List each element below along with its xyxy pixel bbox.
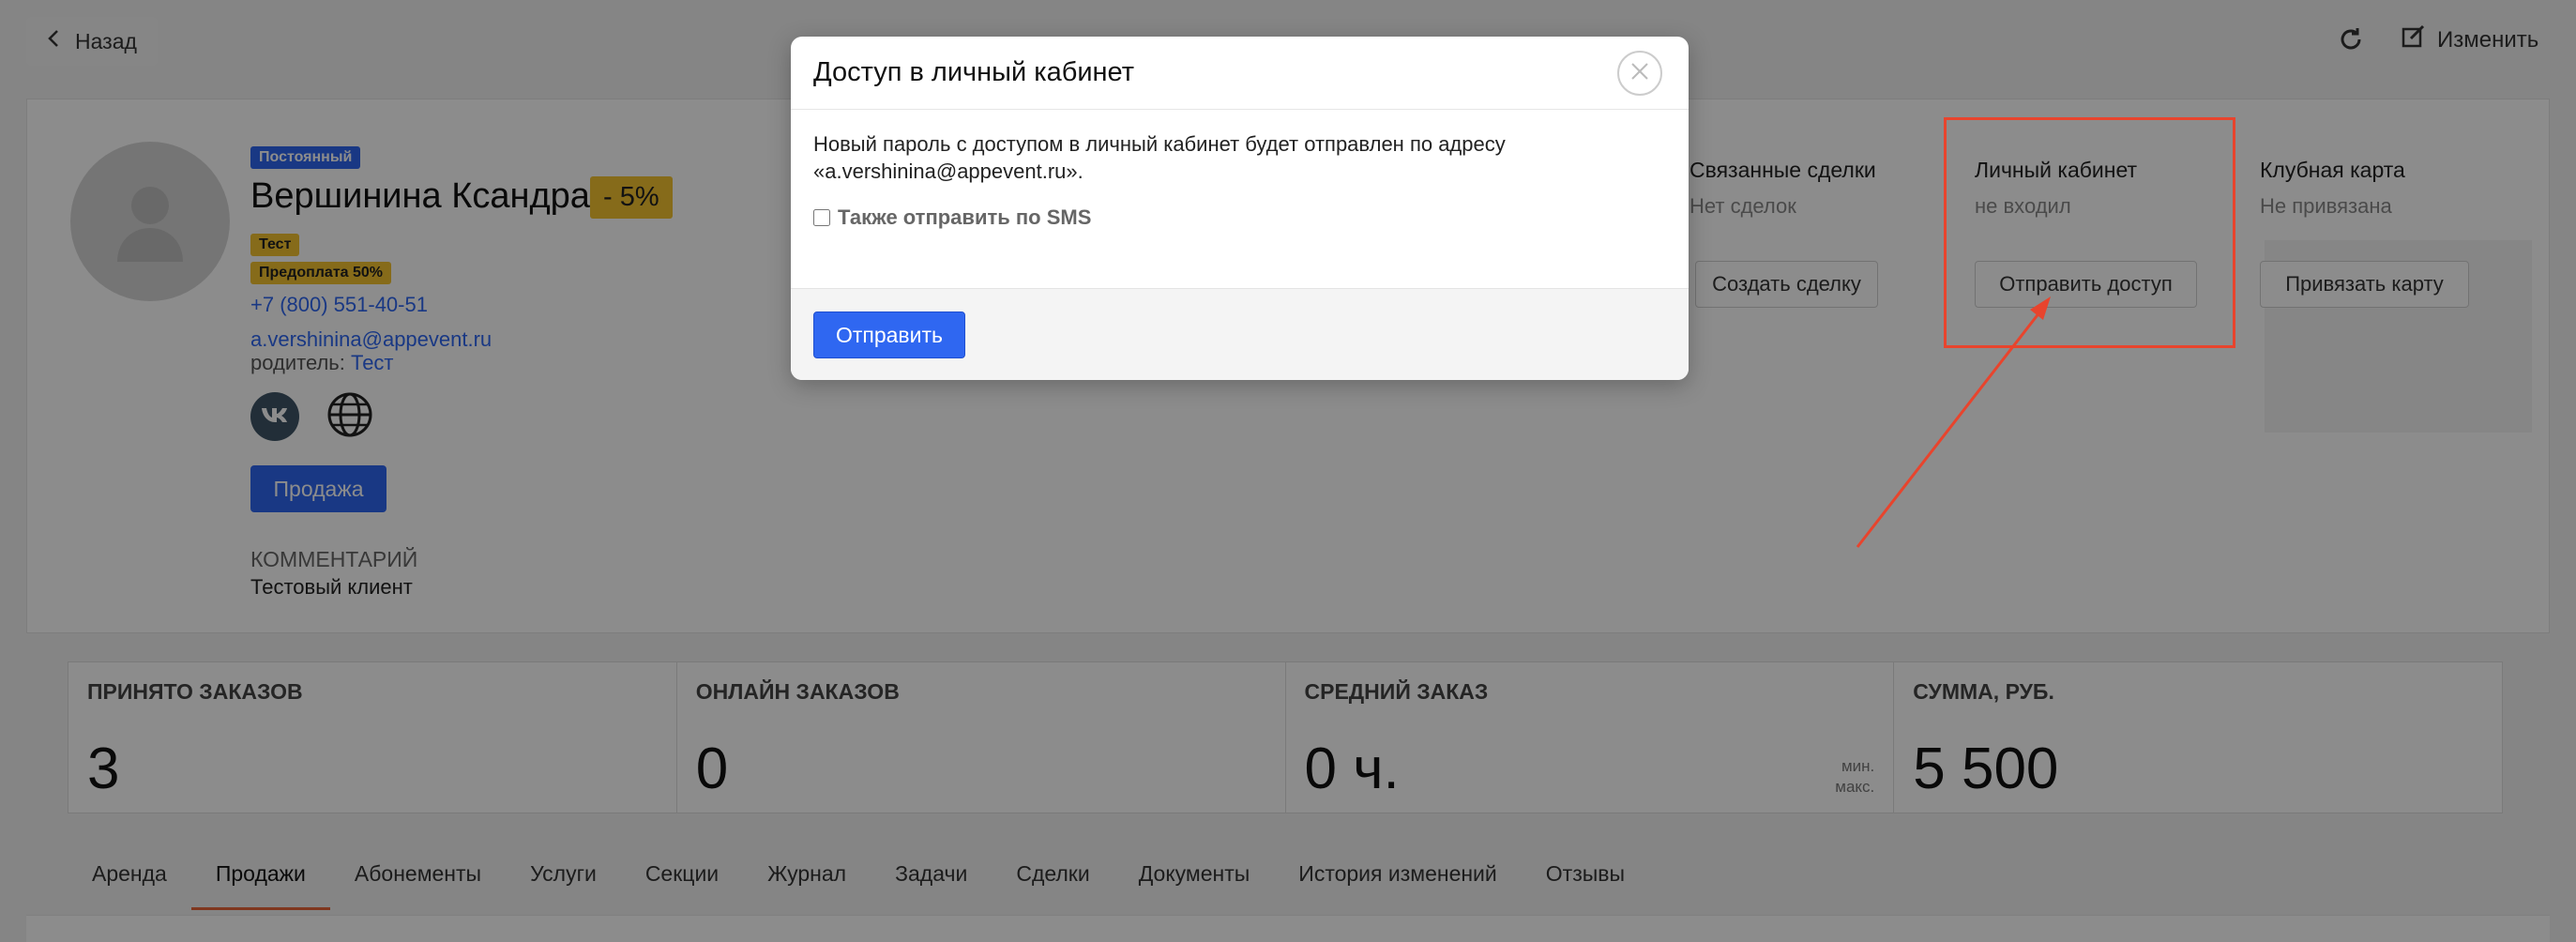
- access-modal: Доступ в личный кабинет Новый пароль с д…: [791, 37, 1689, 380]
- modal-body: Новый пароль с доступом в личный кабинет…: [813, 130, 1658, 185]
- send-button[interactable]: Отправить: [813, 311, 965, 358]
- sms-checkbox-label: Также отправить по SMS: [838, 205, 1092, 229]
- modal-footer: Отправить: [791, 288, 1689, 380]
- sms-checkbox[interactable]: [813, 209, 830, 226]
- annotation-highlight-box: [1944, 117, 2235, 348]
- modal-title: Доступ в личный кабинет: [813, 57, 1134, 87]
- close-button[interactable]: [1617, 51, 1662, 96]
- modal-body-email: «a.vershinina@appevent.ru».: [813, 160, 1083, 183]
- modal-header: Доступ в личный кабинет: [791, 37, 1689, 110]
- modal-body-line: Новый пароль с доступом в личный кабинет…: [813, 132, 1506, 156]
- sms-option[interactable]: Также отправить по SMS: [813, 205, 1091, 230]
- close-icon: [1629, 61, 1650, 86]
